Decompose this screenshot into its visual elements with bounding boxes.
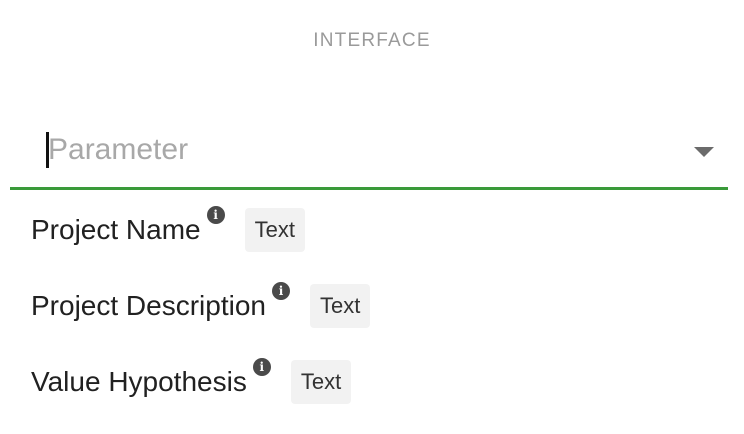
- parameter-list: Project Name i Text Project Description …: [31, 200, 731, 428]
- interface-panel: INTERFACE Project Name i Text Project De…: [0, 0, 744, 434]
- section-heading: INTERFACE: [313, 30, 431, 51]
- info-icon[interactable]: i: [252, 358, 271, 376]
- type-chip: Text: [244, 208, 305, 252]
- parameter-input[interactable]: [48, 128, 688, 172]
- info-icon[interactable]: i: [206, 206, 225, 224]
- type-chip: Text: [309, 284, 371, 328]
- chevron-down-icon[interactable]: [694, 147, 714, 157]
- list-item: Project Name i Text: [31, 200, 731, 260]
- list-item: Value Hypothesis i Text: [31, 352, 731, 412]
- parameter-select[interactable]: [10, 118, 728, 190]
- info-icon[interactable]: i: [271, 282, 290, 300]
- parameter-label: Project Description: [31, 290, 266, 321]
- type-chip: Text: [290, 360, 352, 404]
- list-item: Project Description i Text: [31, 276, 731, 336]
- parameter-label: Value Hypothesis: [31, 366, 247, 397]
- parameter-label: Project Name: [31, 214, 201, 245]
